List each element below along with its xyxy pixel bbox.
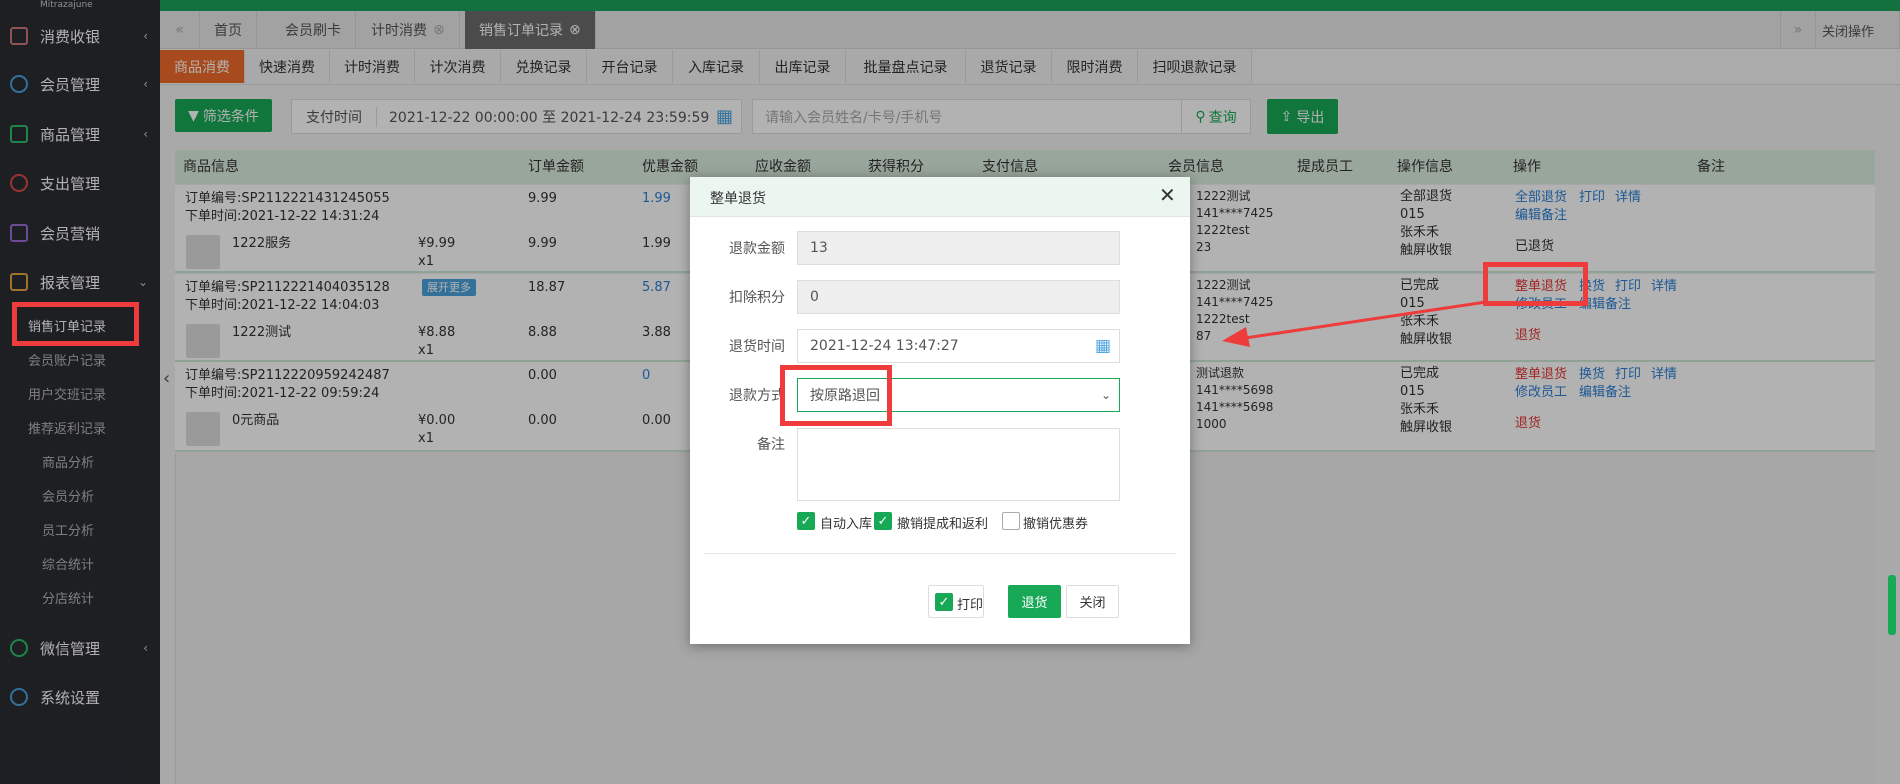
scrollbar-thumb[interactable] [1888,575,1896,635]
annotation-arrow [1222,300,1487,347]
